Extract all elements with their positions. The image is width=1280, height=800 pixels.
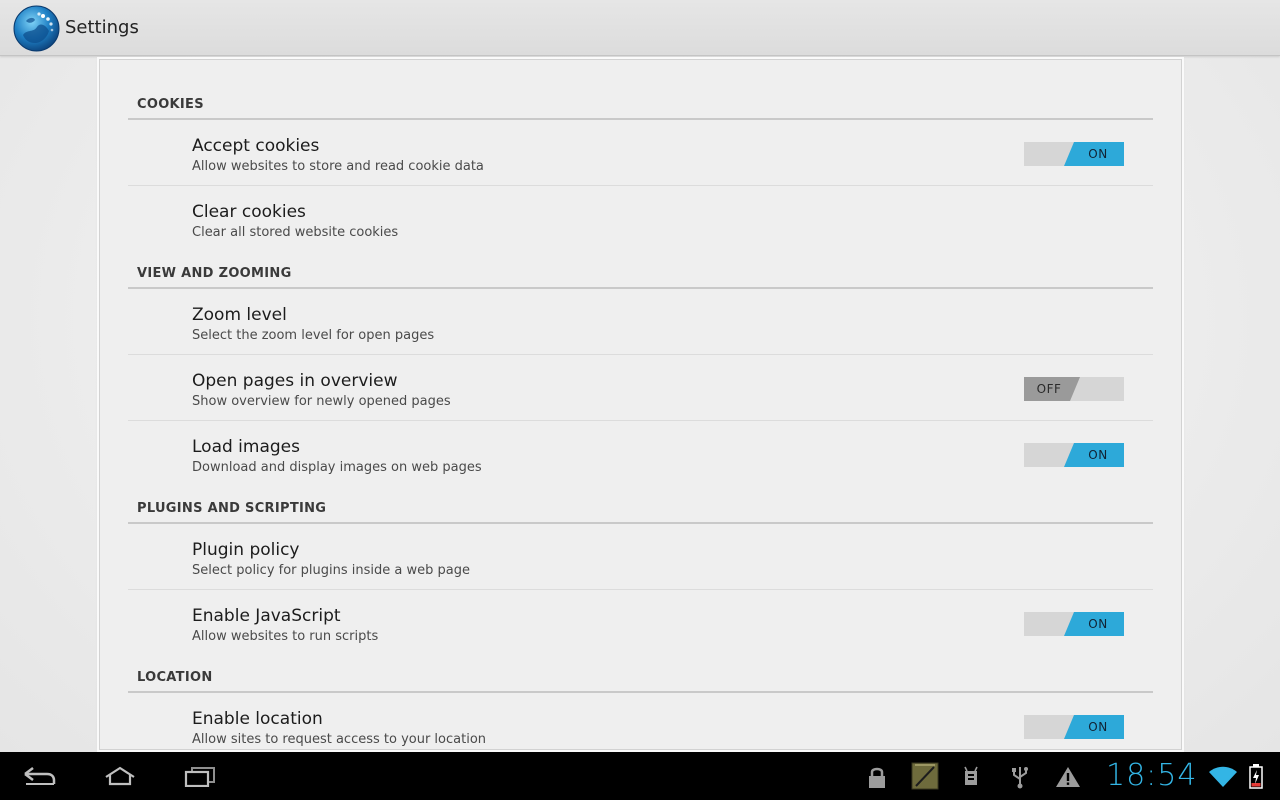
back-icon	[24, 767, 56, 785]
pref-summary: Show overview for newly opened pages	[192, 394, 451, 409]
pref-summary: Select the zoom level for open pages	[192, 328, 435, 343]
accept-cookies-switch[interactable]: ON	[1024, 142, 1124, 166]
preference-list[interactable]: COOKIES Accept cookies Allow websites to…	[128, 60, 1153, 749]
pref-plugin-policy[interactable]: Plugin policy Select policy for plugins …	[128, 524, 1153, 590]
pref-summary: Clear all stored website cookies	[192, 225, 399, 240]
pref-title: Zoom level	[192, 305, 287, 325]
screen: Settings COOKIES Accept cookies Allow we…	[0, 0, 1280, 800]
category-label: PLUGINS AND SCRIPTING	[137, 501, 327, 516]
page-title: Settings	[65, 17, 139, 38]
category-view-and-zooming: VIEW AND ZOOMING	[128, 251, 1153, 289]
settings-panel: COOKIES Accept cookies Allow websites to…	[99, 59, 1182, 750]
pref-title: Open pages in overview	[192, 371, 398, 391]
recent-apps-button[interactable]	[170, 760, 230, 792]
pref-summary: Download and display images on web pages	[192, 460, 482, 475]
android-debug-icon[interactable]	[958, 764, 984, 790]
switch-thumb: ON	[1064, 142, 1124, 166]
pref-accept-cookies[interactable]: Accept cookies Allow websites to store a…	[128, 120, 1153, 186]
back-button[interactable]	[10, 760, 70, 792]
pref-title: Enable location	[192, 709, 323, 729]
open-pages-overview-switch[interactable]: OFF	[1024, 377, 1124, 401]
pref-load-images[interactable]: Load images Download and display images …	[128, 421, 1153, 486]
lock-icon[interactable]	[864, 764, 890, 790]
switch-thumb: OFF	[1024, 377, 1080, 401]
switch-thumb: ON	[1064, 715, 1124, 739]
category-label: VIEW AND ZOOMING	[137, 266, 292, 281]
pref-enable-location[interactable]: Enable location Allow sites to request a…	[128, 693, 1153, 749]
pref-summary: Allow websites to run scripts	[192, 629, 379, 644]
category-location: LOCATION	[128, 655, 1153, 693]
load-images-switch[interactable]: ON	[1024, 443, 1124, 467]
notes-icon[interactable]	[911, 762, 939, 790]
enable-location-switch[interactable]: ON	[1024, 715, 1124, 739]
pref-title: Load images	[192, 437, 300, 457]
system-bar: 18:54	[0, 752, 1280, 800]
recent-apps-icon	[184, 767, 215, 787]
wifi-icon[interactable]	[1208, 764, 1238, 790]
globe-icon[interactable]	[13, 5, 60, 52]
home-icon	[105, 766, 135, 786]
battery-charging-icon[interactable]	[1246, 763, 1266, 789]
pref-clear-cookies[interactable]: Clear cookies Clear all stored website c…	[128, 186, 1153, 251]
category-plugins-and-scripting: PLUGINS AND SCRIPTING	[128, 486, 1153, 524]
category-cookies: COOKIES	[128, 60, 1153, 120]
pref-summary: Allow sites to request access to your lo…	[192, 732, 487, 747]
category-label: LOCATION	[137, 670, 213, 685]
pref-open-pages-overview[interactable]: Open pages in overview Show overview for…	[128, 355, 1153, 421]
usb-icon[interactable]	[1007, 764, 1033, 790]
switch-thumb: ON	[1064, 612, 1124, 636]
enable-javascript-switch[interactable]: ON	[1024, 612, 1124, 636]
pref-title: Plugin policy	[192, 540, 300, 560]
category-label: COOKIES	[137, 97, 204, 112]
home-button[interactable]	[90, 760, 150, 792]
pref-zoom-level[interactable]: Zoom level Select the zoom level for ope…	[128, 289, 1153, 355]
pref-title: Accept cookies	[192, 136, 320, 156]
status-clock[interactable]: 18:54	[1106, 758, 1197, 794]
switch-thumb: ON	[1064, 443, 1124, 467]
pref-enable-javascript[interactable]: Enable JavaScript Allow websites to run …	[128, 590, 1153, 655]
pref-title: Clear cookies	[192, 202, 306, 222]
pref-summary: Allow websites to store and read cookie …	[192, 159, 484, 174]
action-bar: Settings	[0, 0, 1280, 56]
pref-summary: Select policy for plugins inside a web p…	[192, 563, 470, 578]
pref-title: Enable JavaScript	[192, 606, 341, 626]
warning-icon[interactable]	[1055, 764, 1081, 790]
